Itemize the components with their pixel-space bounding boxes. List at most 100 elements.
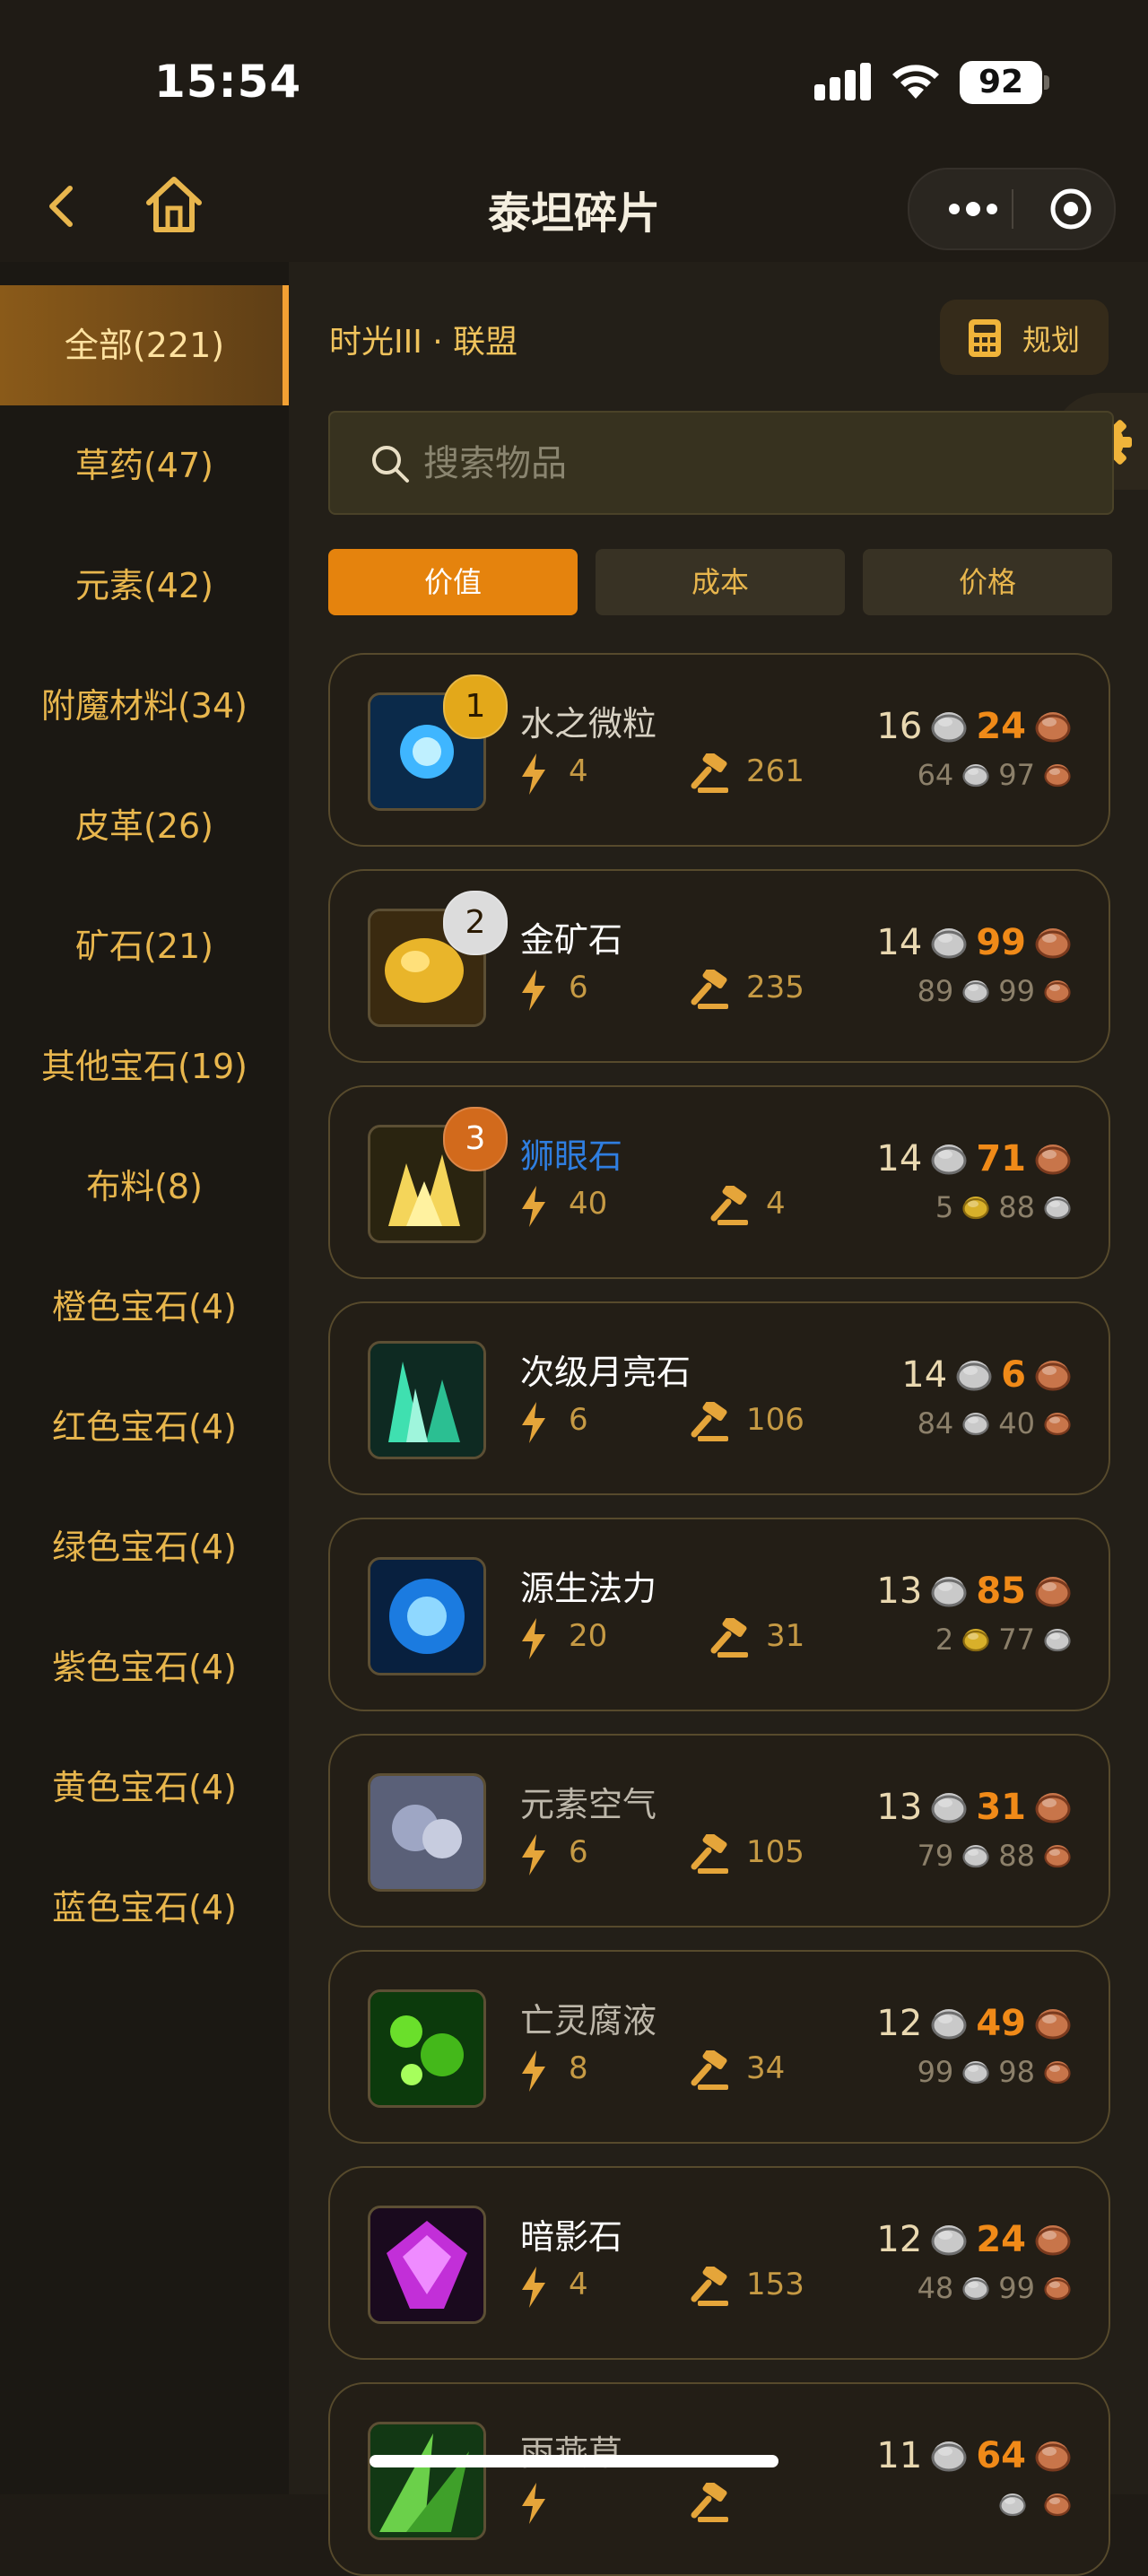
sidebar-item-orange-gems[interactable]: 橙色宝石(4) bbox=[0, 1247, 289, 1367]
primal-mana-icon bbox=[368, 1557, 486, 1675]
more-options-icon[interactable] bbox=[942, 170, 1004, 248]
clock: 15:54 bbox=[154, 56, 302, 108]
copper-coin-icon bbox=[1044, 1842, 1071, 1869]
sidebar-item-elements[interactable]: 元素(42) bbox=[0, 526, 289, 646]
sidebar-item-enchanting[interactable]: 附魔材料(34) bbox=[0, 646, 289, 766]
lightning-icon bbox=[522, 1834, 545, 1875]
item-card[interactable]: 次级月亮石 6 106 14 6 84 40 bbox=[328, 1301, 1110, 1495]
price-silver: 16 bbox=[876, 706, 923, 747]
sub-price-a: 64 bbox=[917, 758, 954, 792]
sidebar-item-leather[interactable]: 皮革(26) bbox=[0, 766, 289, 886]
sidebar-item-cloth[interactable]: 布料(8) bbox=[0, 1127, 289, 1247]
item-card[interactable]: 亡灵腐液 8 34 12 49 99 98 bbox=[328, 1950, 1110, 2144]
sub-price-b: 88 bbox=[998, 1190, 1035, 1224]
main-content: 时光III · 联盟 规划 搜索物品 价值 成本 价格 1 水之微粒 4 261… bbox=[289, 262, 1148, 2576]
price-sub: 64 97 bbox=[918, 757, 1071, 793]
price-sub: 84 40 bbox=[918, 1405, 1071, 1441]
silver-coin-icon bbox=[931, 2222, 967, 2258]
item-name: 元素空气 bbox=[520, 1785, 657, 1824]
silver-coin-icon bbox=[931, 1141, 967, 1177]
copper-coin-icon bbox=[1035, 1357, 1071, 1393]
lightning-icon bbox=[522, 2483, 545, 2524]
item-card[interactable]: 暗影石 4 153 12 24 48 99 bbox=[328, 2166, 1110, 2360]
lightning-icon bbox=[522, 2267, 545, 2308]
item-name: 源生法力 bbox=[520, 1569, 657, 1608]
price-main: 12 49 bbox=[876, 2000, 1071, 2047]
rank-badge: 3 bbox=[443, 1107, 508, 1171]
item-card[interactable]: 2 金矿石 6 235 14 99 89 99 bbox=[328, 869, 1110, 1063]
sidebar-item-red-gems[interactable]: 红色宝石(4) bbox=[0, 1367, 289, 1487]
sub-price-b: 40 bbox=[998, 1406, 1035, 1440]
sidebar-item-all[interactable]: 全部(221) bbox=[0, 285, 289, 405]
sidebar-item-yellow-gems[interactable]: 黄色宝石(4) bbox=[0, 1727, 289, 1848]
lightning-icon bbox=[522, 2050, 545, 2092]
silver-coin-icon bbox=[931, 1573, 967, 1609]
sub-price-b: 88 bbox=[998, 1839, 1035, 1873]
price-main: 13 85 bbox=[876, 1568, 1071, 1614]
speed-value: 20 bbox=[569, 1618, 608, 1654]
price-silver: 14 bbox=[876, 922, 923, 963]
price-sub bbox=[990, 2486, 1071, 2522]
sub-price-a: 48 bbox=[917, 2271, 954, 2305]
sold-value: 235 bbox=[746, 970, 804, 1005]
copper-coin-icon bbox=[1035, 2006, 1071, 2041]
search-bar[interactable] bbox=[328, 411, 1114, 515]
silver-coin-icon bbox=[962, 761, 989, 788]
price-sub: 5 88 bbox=[935, 1189, 1071, 1225]
auction-hammer-icon bbox=[691, 2483, 728, 2522]
search-icon bbox=[372, 446, 409, 483]
sold-value: 4 bbox=[766, 1186, 786, 1222]
tab-cost[interactable]: 成本 bbox=[596, 549, 845, 615]
sub-price-b: 99 bbox=[998, 2271, 1035, 2305]
item-card[interactable]: 元素空气 6 105 13 31 79 88 bbox=[328, 1734, 1110, 1928]
moonstone-icon bbox=[368, 1341, 486, 1459]
item-card[interactable]: 雨燕草 11 64 bbox=[328, 2382, 1110, 2576]
price-copper: 24 bbox=[976, 706, 1026, 747]
sidebar-item-herbs[interactable]: 草药(47) bbox=[0, 405, 289, 526]
silver-coin-icon bbox=[962, 2275, 989, 2302]
copper-coin-icon bbox=[1035, 2222, 1071, 2258]
silver-coin-icon bbox=[931, 2006, 967, 2041]
price-main: 14 99 bbox=[876, 919, 1071, 966]
silver-coin-icon bbox=[999, 2491, 1026, 2518]
close-miniprogram-icon[interactable] bbox=[1049, 187, 1092, 231]
rank-badge: 1 bbox=[443, 674, 508, 739]
plan-button[interactable]: 规划 bbox=[940, 300, 1109, 375]
tab-price[interactable]: 价格 bbox=[863, 549, 1112, 615]
auction-hammer-icon bbox=[691, 1402, 728, 1441]
price-copper: 49 bbox=[976, 2003, 1026, 2044]
price-sub: 2 77 bbox=[935, 1622, 1071, 1658]
item-card[interactable]: 1 水之微粒 4 261 16 24 64 97 bbox=[328, 653, 1110, 847]
tab-value[interactable]: 价值 bbox=[328, 549, 578, 615]
wifi-icon bbox=[892, 65, 939, 99]
item-card[interactable]: 源生法力 20 31 13 85 2 77 bbox=[328, 1518, 1110, 1711]
auction-hammer-icon bbox=[710, 1618, 748, 1658]
copper-coin-icon bbox=[1035, 2438, 1071, 2474]
sidebar-item-purple-gems[interactable]: 紫色宝石(4) bbox=[0, 1607, 289, 1727]
lightning-icon bbox=[522, 1186, 545, 1227]
sub-price-b: 97 bbox=[998, 758, 1035, 792]
price-main: 11 64 bbox=[876, 2432, 1071, 2479]
capsule-divider bbox=[1012, 189, 1013, 229]
price-sub: 99 98 bbox=[918, 2054, 1071, 2090]
silver-coin-icon bbox=[956, 1357, 992, 1393]
price-silver: 12 bbox=[876, 2003, 923, 2044]
sub-price-b: 98 bbox=[998, 2055, 1035, 2089]
item-card[interactable]: 3 狮眼石 40 4 14 71 5 88 bbox=[328, 1085, 1110, 1279]
copper-coin-icon bbox=[1044, 2275, 1071, 2302]
speed-value: 8 bbox=[569, 2050, 588, 2086]
copper-coin-icon bbox=[1035, 709, 1071, 744]
sidebar-item-green-gems[interactable]: 绿色宝石(4) bbox=[0, 1487, 289, 1607]
speed-value: 40 bbox=[569, 1186, 608, 1222]
price-silver: 14 bbox=[876, 1138, 923, 1179]
gold-coin-icon bbox=[962, 1626, 989, 1653]
silver-coin-icon bbox=[931, 2438, 967, 2474]
copper-coin-icon bbox=[1044, 761, 1071, 788]
sidebar-item-other-gems[interactable]: 其他宝石(19) bbox=[0, 1006, 289, 1127]
swiftthistle-icon bbox=[368, 2422, 486, 2540]
sidebar-item-ore[interactable]: 矿石(21) bbox=[0, 886, 289, 1006]
status-bar: 15:54 92 bbox=[0, 0, 1148, 152]
sidebar-item-blue-gems[interactable]: 蓝色宝石(4) bbox=[0, 1848, 289, 1968]
search-input[interactable] bbox=[422, 431, 1053, 497]
sub-price-a: 99 bbox=[917, 2055, 954, 2089]
